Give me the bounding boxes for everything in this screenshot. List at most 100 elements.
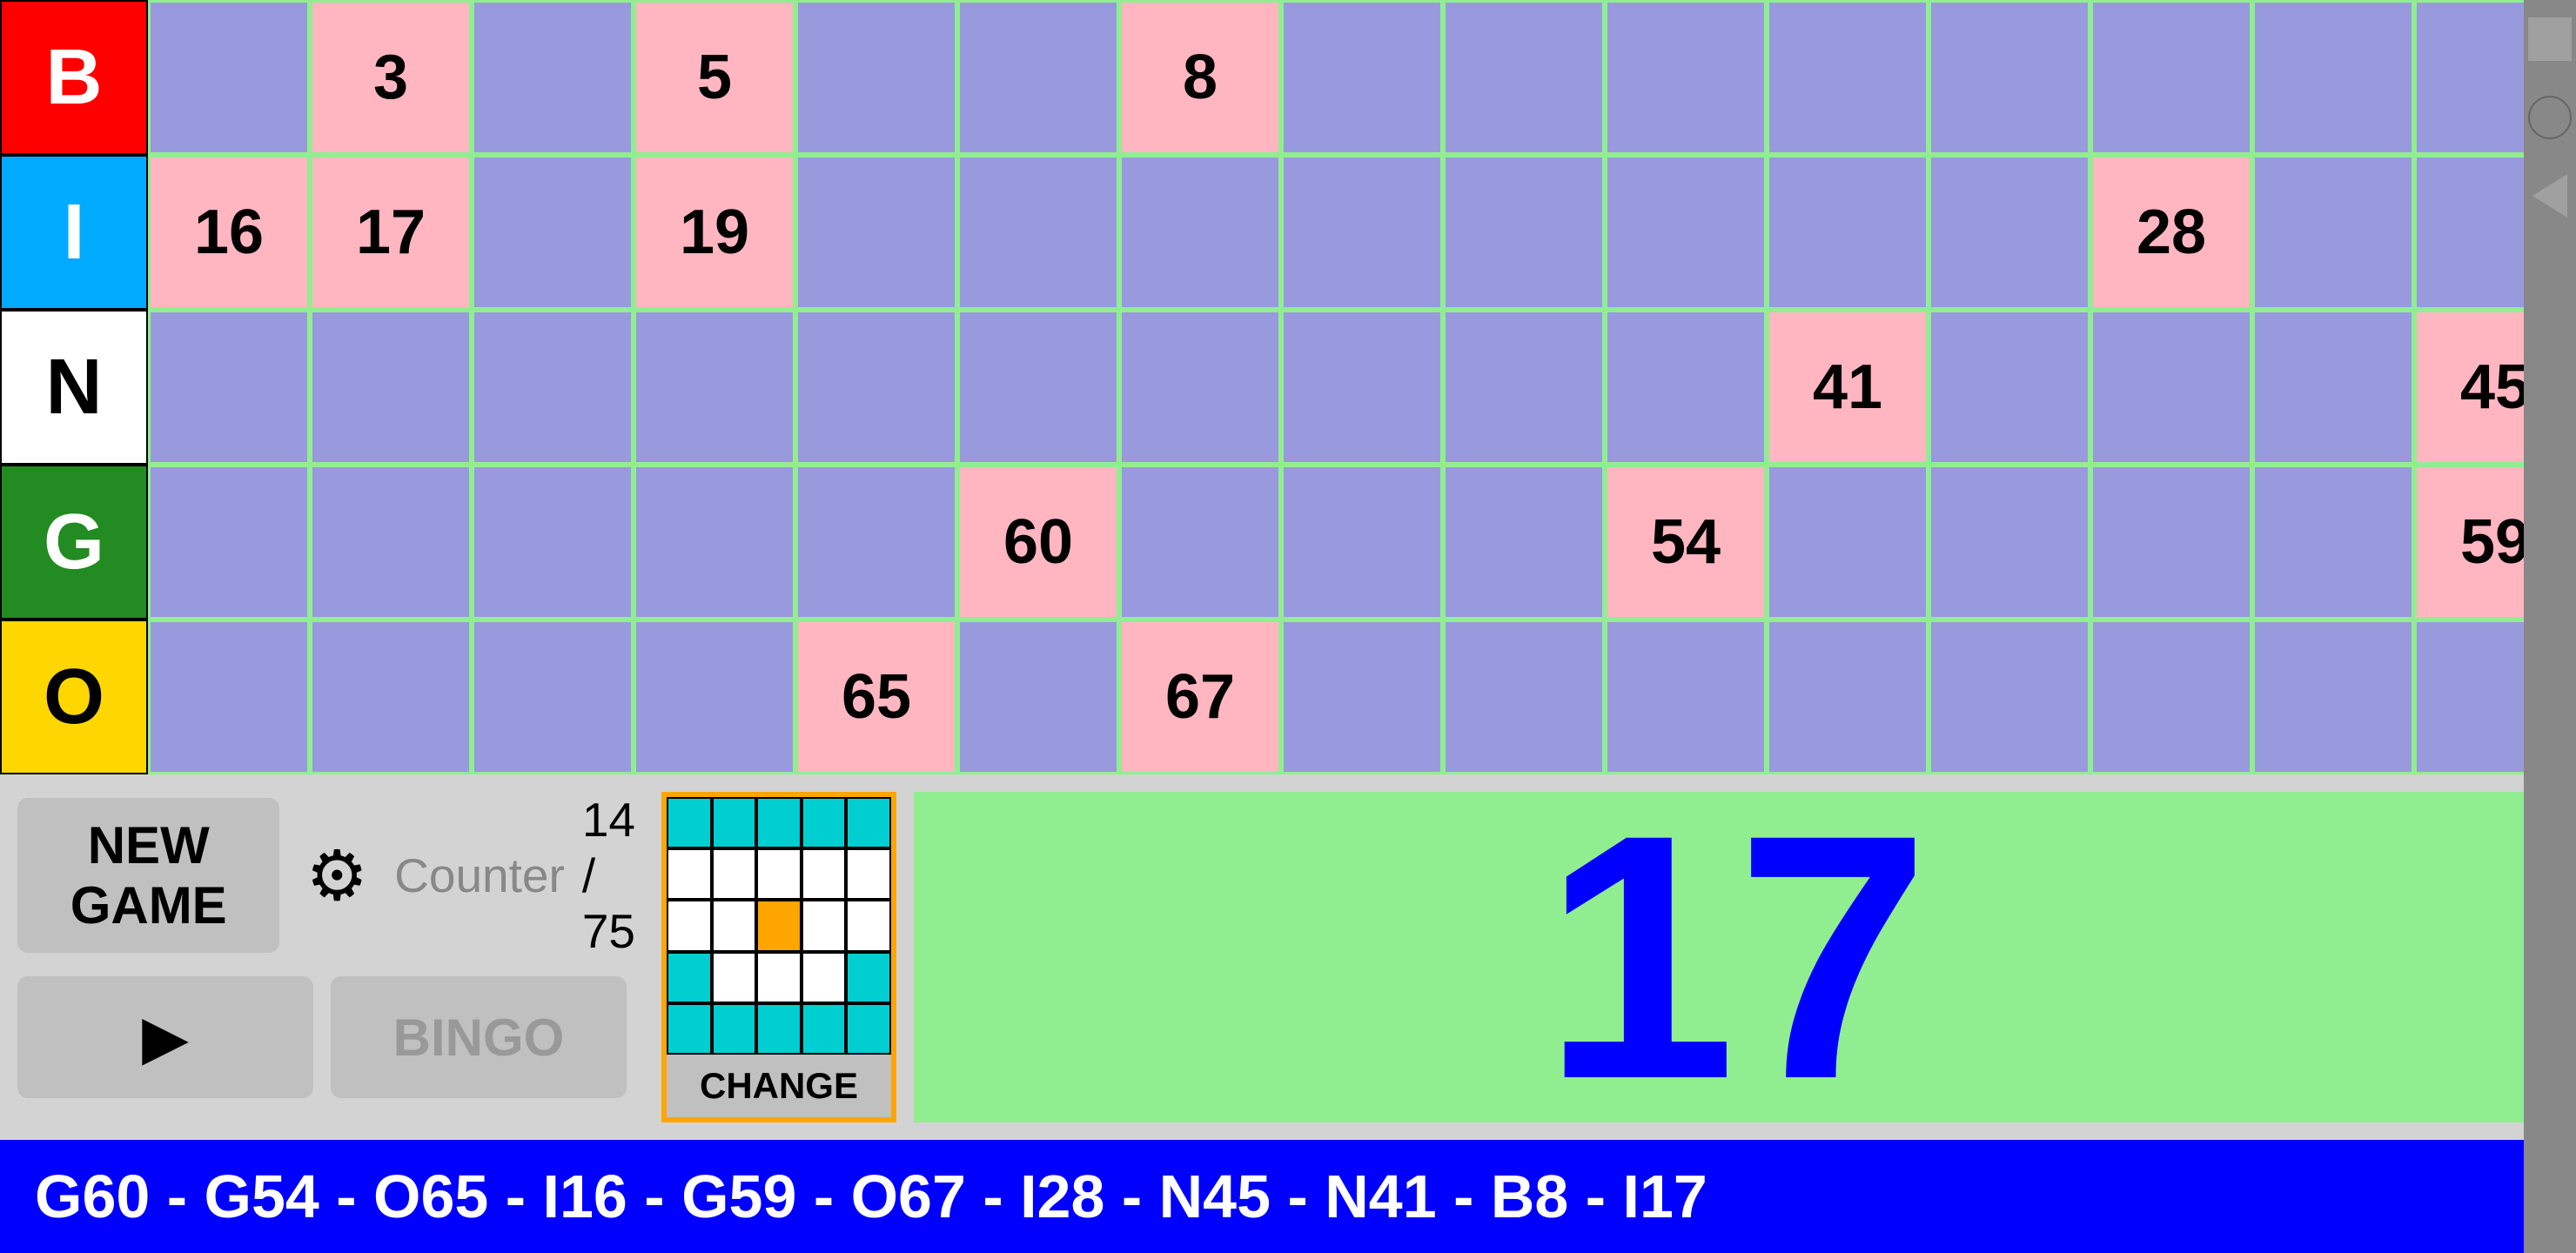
grid-cell-4-6[interactable]: 67 [1119,620,1281,774]
grid-cell-4-7[interactable] [1281,620,1443,774]
grid-cell-3-2[interactable] [472,465,634,620]
grid-cell-4-13[interactable] [2252,620,2414,774]
grid-cell-0-5[interactable] [957,0,1119,155]
grid-cell-3-10[interactable] [1767,465,1929,620]
grid-cell-3-1[interactable] [310,465,472,620]
card-cell-5[interactable] [667,848,712,900]
change-button[interactable]: CHANGE [667,1055,891,1117]
grid-cell-2-13[interactable] [2252,310,2414,465]
scroll-square-btn[interactable] [2528,17,2572,61]
grid-cell-0-11[interactable] [1929,0,2090,155]
grid-cell-1-8[interactable] [1443,155,1605,310]
card-cell-19[interactable] [846,952,891,1003]
grid-cell-2-5[interactable] [957,310,1119,465]
grid-cell-2-11[interactable] [1929,310,2090,465]
play-button[interactable]: ▶ [17,976,313,1098]
grid-cell-2-0[interactable] [148,310,310,465]
grid-cell-4-12[interactable] [2090,620,2252,774]
card-cell-2[interactable] [756,797,802,848]
grid-cell-3-6[interactable] [1119,465,1281,620]
card-cell-7[interactable] [756,848,802,900]
grid-cell-4-3[interactable] [634,620,795,774]
grid-cell-0-1[interactable]: 3 [310,0,472,155]
grid-cell-1-7[interactable] [1281,155,1443,310]
grid-cell-3-12[interactable] [2090,465,2252,620]
grid-cell-0-4[interactable] [795,0,957,155]
grid-cell-2-8[interactable] [1443,310,1605,465]
grid-cell-1-5[interactable] [957,155,1119,310]
grid-cell-3-9[interactable]: 54 [1605,465,1767,620]
card-cell-16[interactable] [712,952,757,1003]
grid-cell-1-0[interactable]: 16 [148,155,310,310]
bingo-button[interactable]: BINGO [331,976,627,1098]
grid-cell-2-9[interactable] [1605,310,1767,465]
grid-cell-3-0[interactable] [148,465,310,620]
grid-cell-2-6[interactable] [1119,310,1281,465]
grid-cell-0-2[interactable] [472,0,634,155]
grid-cell-2-2[interactable] [472,310,634,465]
card-cell-15[interactable] [667,952,712,1003]
grid-cell-0-0[interactable] [148,0,310,155]
grid-cell-2-4[interactable] [795,310,957,465]
scroll-triangle-btn[interactable] [2532,174,2567,218]
grid-cell-2-12[interactable] [2090,310,2252,465]
grid-cell-2-3[interactable] [634,310,795,465]
card-cell-22[interactable] [756,1003,802,1055]
card-cell-13[interactable] [802,900,847,951]
grid-cell-4-10[interactable] [1767,620,1929,774]
grid-cell-1-6[interactable] [1119,155,1281,310]
grid-cell-4-11[interactable] [1929,620,2090,774]
grid-cell-4-1[interactable] [310,620,472,774]
grid-cell-3-8[interactable] [1443,465,1605,620]
grid-cell-1-11[interactable] [1929,155,2090,310]
card-cell-17[interactable] [756,952,802,1003]
grid-cell-1-12[interactable]: 28 [2090,155,2252,310]
card-cell-12[interactable] [756,900,802,951]
grid-cell-1-3[interactable]: 19 [634,155,795,310]
card-cell-18[interactable] [802,952,847,1003]
grid-cell-1-9[interactable] [1605,155,1767,310]
card-cell-11[interactable] [712,900,757,951]
grid-cell-0-6[interactable]: 8 [1119,0,1281,155]
grid-cell-0-12[interactable] [2090,0,2252,155]
new-game-button[interactable]: NEW GAME [17,798,279,953]
grid-cell-0-9[interactable] [1605,0,1767,155]
settings-icon[interactable]: ⚙ [305,835,368,916]
grid-cell-1-13[interactable] [2252,155,2414,310]
grid-cell-2-1[interactable] [310,310,472,465]
grid-cell-0-10[interactable] [1767,0,1929,155]
card-cell-10[interactable] [667,900,712,951]
grid-cell-4-8[interactable] [1443,620,1605,774]
grid-cell-1-2[interactable] [472,155,634,310]
grid-cell-0-7[interactable] [1281,0,1443,155]
card-cell-0[interactable] [667,797,712,848]
grid-cell-4-2[interactable] [472,620,634,774]
card-cell-1[interactable] [712,797,757,848]
grid-cell-3-4[interactable] [795,465,957,620]
grid-cell-0-3[interactable]: 5 [634,0,795,155]
grid-cell-4-5[interactable] [957,620,1119,774]
card-cell-8[interactable] [802,848,847,900]
grid-cell-3-5[interactable]: 60 [957,465,1119,620]
card-cell-21[interactable] [712,1003,757,1055]
grid-cell-3-3[interactable] [634,465,795,620]
grid-cell-4-4[interactable]: 65 [795,620,957,774]
grid-cell-3-11[interactable] [1929,465,2090,620]
grid-cell-0-8[interactable] [1443,0,1605,155]
grid-cell-1-1[interactable]: 17 [310,155,472,310]
card-cell-6[interactable] [712,848,757,900]
grid-cell-2-10[interactable]: 41 [1767,310,1929,465]
card-cell-24[interactable] [846,1003,891,1055]
card-cell-9[interactable] [846,848,891,900]
card-cell-20[interactable] [667,1003,712,1055]
grid-cell-1-10[interactable] [1767,155,1929,310]
card-cell-23[interactable] [802,1003,847,1055]
grid-cell-4-9[interactable] [1605,620,1767,774]
grid-cell-3-13[interactable] [2252,465,2414,620]
grid-cell-0-13[interactable] [2252,0,2414,155]
grid-cell-1-4[interactable] [795,155,957,310]
card-cell-4[interactable] [846,797,891,848]
grid-cell-4-0[interactable] [148,620,310,774]
scroll-circle[interactable] [2528,96,2572,139]
grid-cell-2-7[interactable] [1281,310,1443,465]
